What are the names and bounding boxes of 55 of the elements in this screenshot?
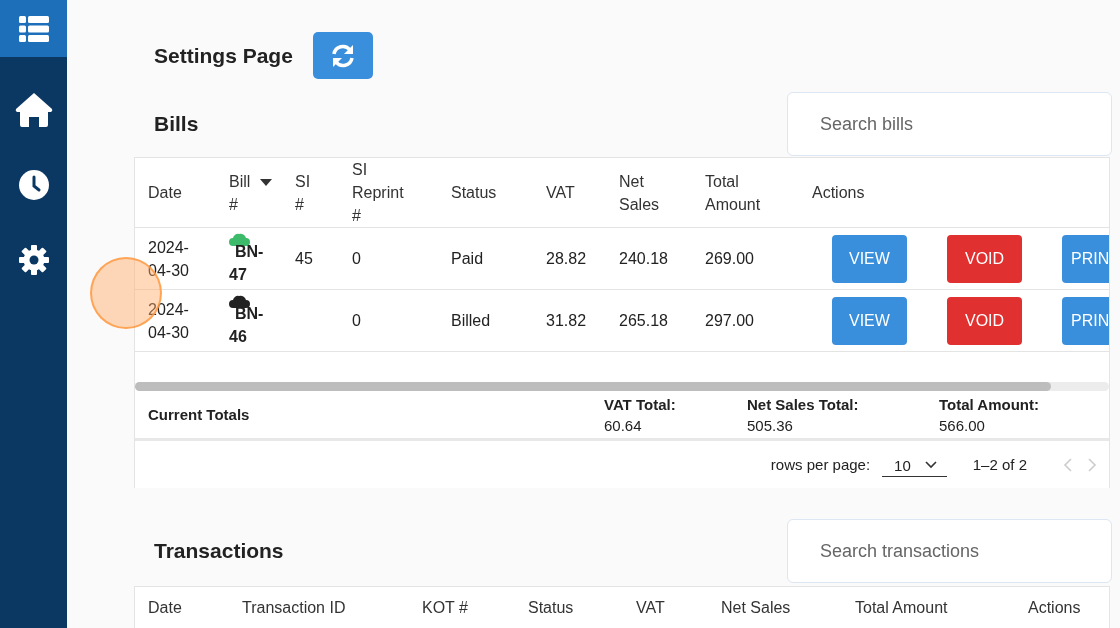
column-header[interactable]: KOT # bbox=[422, 599, 528, 628]
refresh-button[interactable] bbox=[312, 32, 373, 79]
section-title: Transactions bbox=[154, 539, 284, 563]
total-value: 566.00 bbox=[939, 416, 986, 434]
table-cell: Billed bbox=[438, 289, 533, 352]
page-title: Settings Page bbox=[154, 43, 293, 68]
void-button[interactable]: VOID bbox=[947, 234, 1022, 283]
table-cell: 45 bbox=[282, 227, 339, 290]
section-title: Bills bbox=[154, 112, 199, 136]
column-header[interactable]: VAT bbox=[636, 599, 721, 628]
column-header[interactable]: Total Amount bbox=[855, 599, 1028, 628]
column-header[interactable]: Date bbox=[135, 158, 216, 228]
total-label: Total Amount: bbox=[939, 395, 1039, 413]
page-range: 1–2 of 2 bbox=[972, 456, 1027, 473]
void-button[interactable]: VOID bbox=[947, 296, 1022, 345]
total-label: Net Sales Total: bbox=[747, 395, 860, 413]
column-header[interactable]: Actions bbox=[1028, 599, 1108, 628]
gear-icon bbox=[18, 244, 49, 275]
column-header[interactable]: Net Sales bbox=[721, 599, 855, 628]
refresh-icon bbox=[329, 43, 356, 68]
table-cell: 0 bbox=[339, 227, 438, 290]
menu-button[interactable] bbox=[0, 0, 67, 57]
rows-per-page-label: rows per page: bbox=[770, 456, 871, 473]
column-header[interactable]: Total Amount bbox=[692, 158, 799, 228]
column-header[interactable]: SI Reprint # bbox=[339, 158, 438, 228]
table-cell: 28.82 bbox=[533, 227, 606, 290]
search-field[interactable]: Search transactions bbox=[787, 519, 1112, 583]
column-header[interactable]: Bill # bbox=[216, 158, 282, 228]
table-cell: 265.18 bbox=[606, 289, 692, 352]
total-value: 60.64 bbox=[604, 416, 643, 434]
column-header[interactable]: Transaction ID bbox=[242, 599, 422, 628]
chevron-down-icon bbox=[924, 461, 937, 469]
column-header[interactable]: Date bbox=[148, 599, 242, 628]
menu-icon bbox=[18, 15, 49, 42]
table-cell: 240.18 bbox=[606, 227, 692, 290]
column-header[interactable]: Status bbox=[528, 599, 636, 628]
table-cell: 31.82 bbox=[533, 289, 606, 352]
totals-label: Current Totals bbox=[148, 406, 251, 423]
total-value: 505.36 bbox=[747, 416, 794, 434]
column-header[interactable]: SI # bbox=[282, 158, 339, 228]
table-cell: Paid bbox=[438, 227, 533, 290]
table-cell: 269.00 bbox=[692, 227, 799, 290]
column-header[interactable]: VAT bbox=[533, 158, 606, 228]
search-field[interactable]: Search bills bbox=[787, 92, 1112, 156]
column-header[interactable]: Status bbox=[438, 158, 533, 228]
clock-icon bbox=[18, 169, 49, 200]
bill-number: BN- 47 bbox=[229, 242, 264, 283]
rows-per-page-select[interactable]: 10 bbox=[882, 452, 947, 477]
home-icon bbox=[14, 91, 53, 128]
table-cell: 0 bbox=[339, 289, 438, 352]
column-header[interactable]: Actions bbox=[799, 158, 1109, 228]
table-cell: 297.00 bbox=[692, 289, 799, 352]
bill-number: BN- 46 bbox=[229, 304, 264, 345]
total-label: VAT Total: bbox=[604, 395, 677, 413]
column-header[interactable]: Net Sales bbox=[606, 158, 692, 228]
